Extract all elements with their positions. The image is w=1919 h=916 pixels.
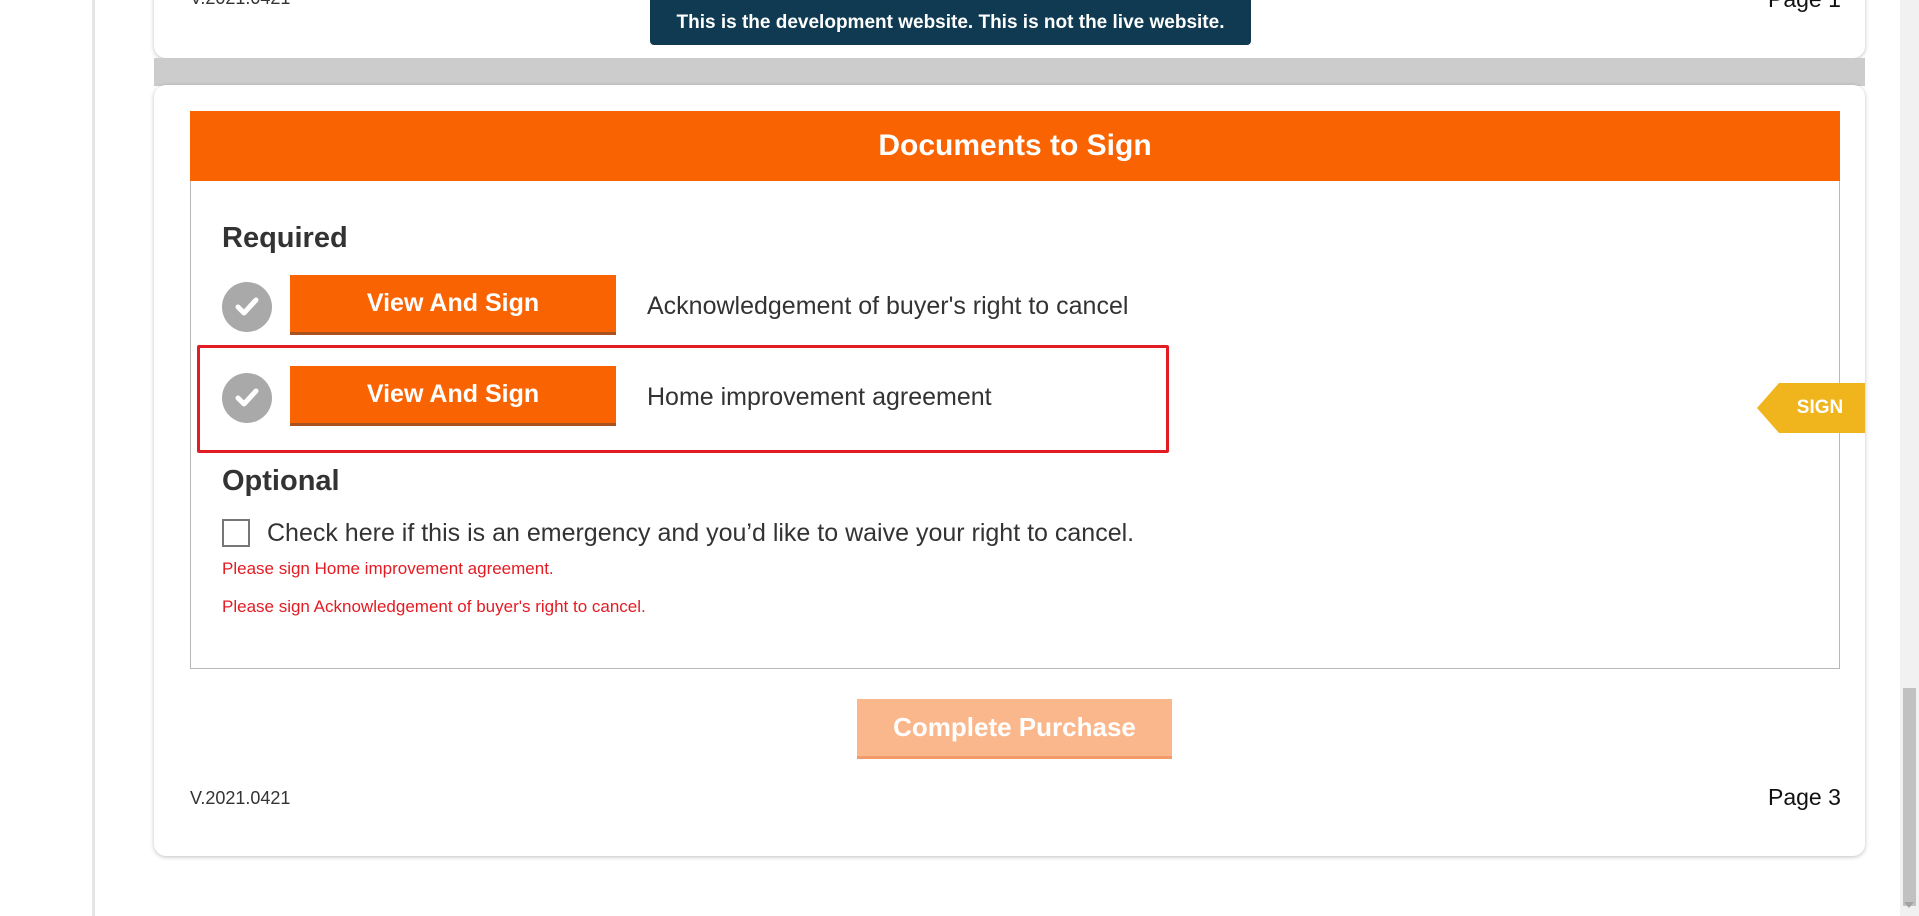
emergency-waive-checkbox[interactable] — [222, 519, 250, 547]
check-icon — [222, 373, 272, 423]
version-label-page3: V.2021.0421 — [190, 788, 291, 808]
page-separator — [154, 58, 1865, 86]
dev-site-banner: This is the development website. This is… — [650, 0, 1251, 45]
sign-tag[interactable]: SIGN — [1757, 383, 1865, 433]
scrollbar-thumb[interactable] — [1903, 688, 1916, 906]
check-icon — [222, 282, 272, 332]
emergency-checkbox-label: Check here if this is an emergency and y… — [267, 519, 1135, 547]
doc-name-home-improvement: Home improvement agreement — [647, 383, 992, 411]
doc-name-acknowledgement: Acknowledgement of buyer's right to canc… — [647, 292, 1129, 320]
optional-title: Optional — [222, 465, 340, 497]
page-number-page1: Page 1 — [1768, 0, 1841, 13]
version-label-page1: V.2021.0421 — [190, 0, 290, 9]
page-left-rule — [92, 0, 95, 916]
page-number-page3: Page 3 — [1768, 784, 1841, 810]
error-message: Please sign Acknowledgement of buyer's r… — [222, 597, 646, 616]
complete-purchase-button[interactable]: Complete Purchase — [857, 699, 1172, 759]
scroll-down-arrow-icon[interactable] — [1904, 902, 1914, 908]
error-message: Please sign Home improvement agreement. — [222, 559, 554, 578]
view-and-sign-button-acknowledgement[interactable]: View And Sign — [290, 275, 616, 335]
required-title: Required — [222, 222, 348, 254]
documents-header: Documents to Sign — [190, 111, 1840, 181]
view-and-sign-button-home-improvement[interactable]: View And Sign — [290, 366, 616, 426]
